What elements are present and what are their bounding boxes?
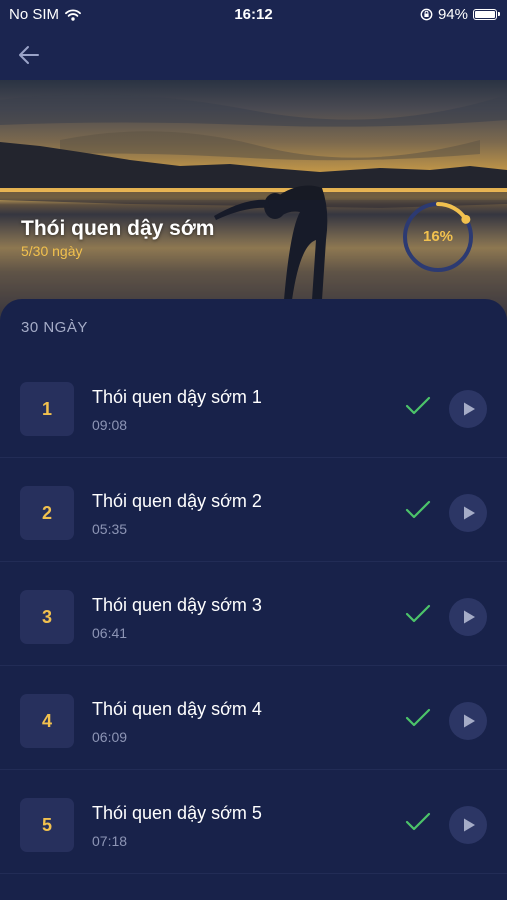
section-title: 30 NGÀY [21, 319, 88, 336]
play-button[interactable] [449, 494, 487, 532]
play-button[interactable] [449, 806, 487, 844]
lesson-duration: 06:09 [92, 729, 128, 745]
lesson-list: 1 Thói quen dậy sớm 1 09:08 2 Thói quen … [0, 354, 507, 874]
hero-banner: Thói quen dậy sớm 5/30 ngày 16% [0, 80, 507, 320]
lesson-duration: 07:18 [92, 833, 128, 849]
lesson-number: 5 [20, 798, 74, 852]
lesson-duration: 09:08 [92, 417, 128, 433]
program-title: Thói quen dậy sớm [21, 217, 215, 240]
progress-percent: 16% [422, 228, 454, 245]
back-button[interactable] [16, 42, 44, 68]
battery-icon [473, 9, 500, 20]
lesson-row[interactable]: 2 Thói quen dậy sớm 2 05:35 [0, 458, 507, 562]
lesson-row[interactable]: 5 Thói quen dậy sớm 5 07:18 [0, 770, 507, 874]
lesson-sheet: 30 NGÀY 1 Thói quen dậy sớm 1 09:08 2 Th… [0, 299, 507, 900]
play-button[interactable] [449, 598, 487, 636]
battery-percent: 94% [437, 6, 468, 23]
play-icon [464, 506, 475, 520]
play-icon [464, 714, 475, 728]
lesson-title: Thói quen dậy sớm 4 [92, 699, 262, 719]
play-button[interactable] [449, 390, 487, 428]
lesson-duration: 06:41 [92, 625, 128, 641]
play-icon [464, 402, 475, 416]
lesson-title: Thói quen dậy sớm 2 [92, 491, 262, 511]
play-icon [464, 610, 475, 624]
orientation-lock-icon [420, 8, 433, 21]
lesson-number: 1 [20, 382, 74, 436]
lesson-title: Thói quen dậy sớm 1 [92, 387, 262, 407]
status-bar: No SIM 16:12 94% [0, 0, 507, 30]
lesson-row[interactable]: 1 Thói quen dậy sớm 1 09:08 [0, 354, 507, 458]
lesson-number: 2 [20, 486, 74, 540]
status-right: 94% [420, 6, 500, 23]
lesson-title: Thói quen dậy sớm 5 [92, 803, 262, 823]
play-button[interactable] [449, 702, 487, 740]
check-icon [405, 396, 431, 415]
lesson-number: 4 [20, 694, 74, 748]
lesson-duration: 05:35 [92, 521, 128, 537]
check-icon [405, 708, 431, 727]
check-icon [405, 604, 431, 623]
lesson-row[interactable]: 4 Thói quen dậy sớm 4 06:09 [0, 666, 507, 770]
play-icon [464, 818, 475, 832]
back-arrow-icon [19, 46, 39, 64]
check-icon [405, 812, 431, 831]
lesson-row[interactable]: 3 Thói quen dậy sớm 3 06:41 [0, 562, 507, 666]
check-icon [405, 500, 431, 519]
navigation-bar [0, 30, 507, 80]
lesson-title: Thói quen dậy sớm 3 [92, 595, 262, 615]
program-progress-days: 5/30 ngày [21, 243, 83, 259]
lesson-number: 3 [20, 590, 74, 644]
